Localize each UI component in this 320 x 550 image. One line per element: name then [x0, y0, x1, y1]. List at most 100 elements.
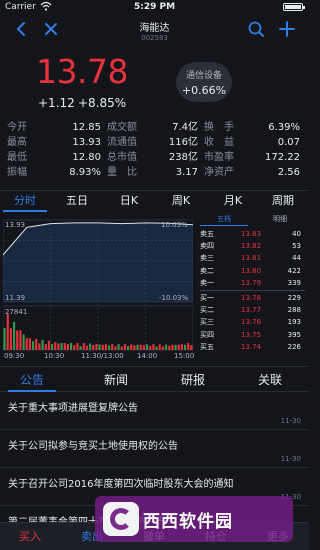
stat-label: 振幅 — [7, 167, 27, 178]
tab-announcements[interactable]: 公告 — [0, 371, 64, 389]
stat-row: 今开 12.85 成交额 7.4亿 换 手 6.39% — [0, 121, 309, 135]
level-price: 13.81 — [241, 254, 262, 263]
search-icon[interactable] — [245, 18, 267, 40]
volume-bar — [9, 328, 12, 350]
list-item[interactable]: 关于重大事项进展暨复牌公告 11-30 — [0, 392, 309, 430]
level-label: 买二 — [200, 306, 214, 315]
bid-level-row[interactable]: 买一 13.78 229 — [196, 292, 309, 304]
level-volume: 193 — [287, 318, 301, 327]
bid-level-row[interactable]: 买二 13.77 288 — [196, 304, 309, 316]
price-change: +1.12 — [38, 96, 75, 110]
ask-level-row[interactable]: 卖五 13.83 40 — [196, 228, 309, 240]
info-tabs: 公告 新闻 研报 关联 — [0, 366, 309, 392]
sector-badge[interactable]: 通信设备 +0.66% — [176, 62, 232, 102]
volume-bar — [13, 321, 16, 350]
stat-value: 3.17 — [175, 167, 198, 178]
level-volume: 53 — [292, 242, 301, 251]
ask-level-row[interactable]: 卖一 13.79 339 — [196, 277, 309, 289]
level-volume: 40 — [292, 230, 301, 238]
volume-bar — [130, 344, 133, 350]
tab-five-day[interactable]: 五日 — [53, 193, 101, 209]
volume-bar — [171, 344, 174, 350]
volume-bar — [165, 344, 168, 350]
stat-value: 2.56 — [277, 167, 300, 178]
ask-level-row[interactable]: 卖二 13.80 422 — [196, 265, 309, 277]
stat-value: 13.93 — [72, 137, 101, 148]
announcement-title: 关于公司拟参与竞买土地使用权的公告 — [8, 441, 178, 452]
volume-bar — [54, 342, 57, 350]
volume-bar — [47, 341, 50, 350]
level-label: 买四 — [200, 330, 214, 339]
level-price: 13.83 — [241, 230, 262, 238]
tab-monthly-k[interactable]: 月K — [209, 193, 257, 209]
stat-label: 市盈率 — [204, 152, 234, 163]
level-price: 13.74 — [241, 342, 262, 351]
level-label: 卖四 — [200, 242, 214, 251]
volume-bar — [16, 330, 19, 350]
last-price: 13.78 — [36, 52, 128, 91]
volume-bar — [73, 345, 76, 350]
volume-bar — [111, 344, 114, 350]
active-tab-indicator — [3, 210, 47, 212]
buy-button[interactable]: 买入 — [6, 529, 54, 545]
tab-related[interactable]: 关联 — [238, 371, 302, 389]
list-item[interactable]: 关于公司拟参与竞买土地使用权的公告 11-30 — [0, 430, 309, 468]
sector-name: 通信设备 — [185, 71, 222, 81]
order-book-tab-indicator — [200, 225, 248, 226]
stat-row: 振幅 8.93% 量 比 3.17 净资产 2.56 — [0, 166, 309, 180]
tab-trade-details[interactable]: 明细 — [252, 214, 308, 225]
order-book-divider — [200, 290, 305, 291]
price-area — [3, 222, 193, 302]
level-price: 13.76 — [241, 318, 262, 327]
volume-bar — [177, 344, 180, 350]
time-label: 10:30 — [44, 352, 65, 360]
tab-weekly-k[interactable]: 周K — [157, 193, 205, 209]
tab-research[interactable]: 研报 — [161, 371, 225, 389]
volume-bar — [92, 345, 95, 350]
tab-five-levels[interactable]: 五档 — [196, 214, 252, 225]
battery-icon — [283, 3, 305, 11]
volume-bar — [66, 344, 69, 350]
stat-value: 12.85 — [72, 122, 101, 133]
stat-value: 12.80 — [72, 152, 101, 163]
stat-label: 流通值 — [107, 137, 137, 148]
ask-level-row[interactable]: 卖四 13.82 53 — [196, 240, 309, 252]
stat-label: 总市值 — [107, 152, 137, 163]
volume-bar — [79, 346, 82, 350]
volume-bar — [89, 343, 92, 350]
volume-bar — [101, 344, 104, 350]
tab-period[interactable]: 周期 — [259, 193, 307, 209]
stat-value: 7.4亿 — [172, 122, 198, 133]
volume-bar — [158, 344, 161, 350]
volume-bar — [108, 345, 111, 350]
stat-label: 净资产 — [204, 167, 234, 178]
tab-daily-k[interactable]: 日K — [105, 193, 153, 209]
chart-low-pct: -10.03% — [159, 294, 189, 302]
bid-level-row[interactable]: 买三 13.76 193 — [196, 316, 309, 328]
volume-bar — [32, 341, 35, 350]
tab-intraday[interactable]: 分时 — [1, 193, 49, 209]
volume-bar — [139, 344, 142, 350]
volume-bar — [19, 330, 22, 350]
level-volume: 422 — [287, 266, 301, 275]
announcement-title: 关于召开公司2016年度第四次临时股东大会的通知 — [8, 479, 234, 490]
volume-bar — [133, 345, 136, 350]
stat-label: 量 比 — [107, 167, 137, 178]
intraday-chart-svg — [3, 219, 193, 351]
level-label: 买一 — [200, 294, 214, 302]
volume-bar — [98, 344, 101, 350]
volume-bar — [123, 344, 126, 350]
bid-level-row[interactable]: 买四 13.75 395 — [196, 329, 309, 341]
volume-max-label: 27841 — [5, 308, 28, 316]
volume-bar — [168, 345, 171, 350]
tab-news[interactable]: 新闻 — [84, 371, 148, 389]
volume-bar — [155, 346, 158, 350]
volume-bar — [127, 345, 130, 350]
ask-level-row[interactable]: 卖三 13.81 44 — [196, 252, 309, 264]
bid-level-row[interactable]: 买五 13.74 226 — [196, 341, 309, 353]
add-icon[interactable] — [276, 18, 298, 40]
volume-bar — [161, 346, 164, 350]
level-label: 卖二 — [200, 266, 214, 275]
chart-low-price: 11.39 — [5, 294, 26, 302]
volume-bar — [120, 346, 123, 350]
